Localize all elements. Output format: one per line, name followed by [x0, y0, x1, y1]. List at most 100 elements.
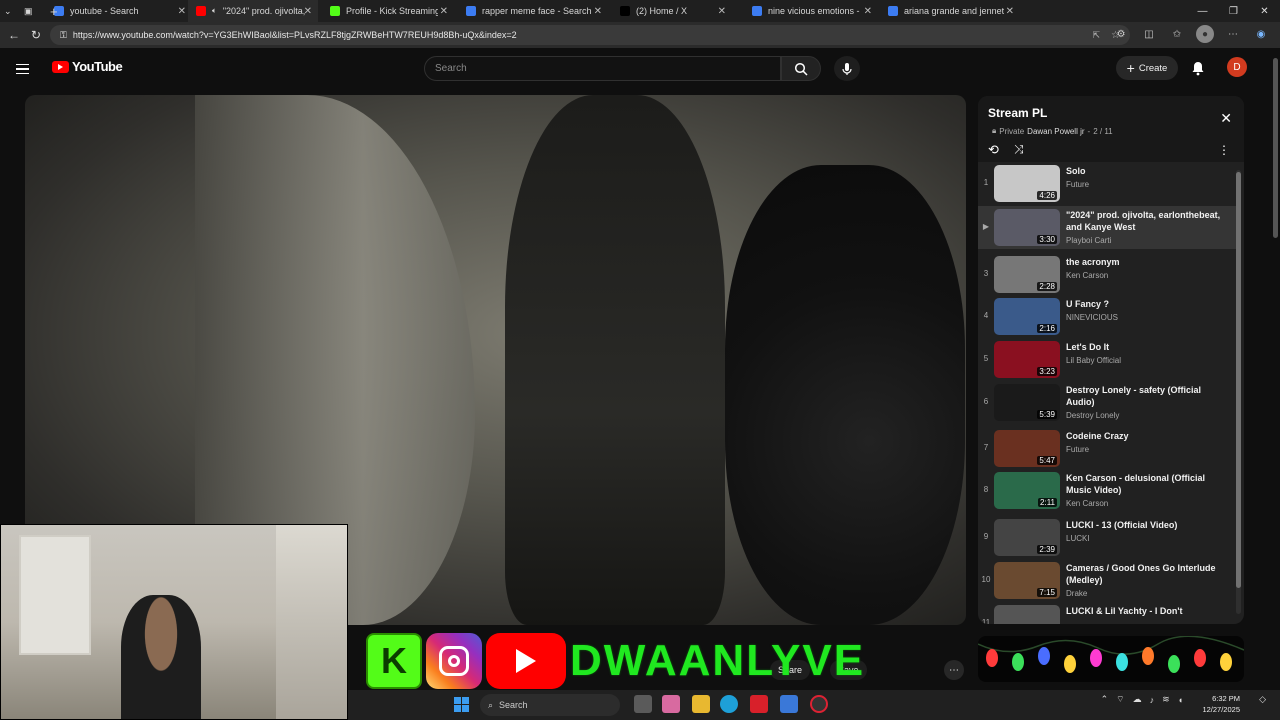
wifi-icon[interactable]: ≋: [1162, 694, 1170, 705]
playlist-item-channel[interactable]: LUCKI: [1066, 534, 1228, 543]
extensions-icon[interactable]: ⚙: [1112, 25, 1130, 43]
notification-bell-icon[interactable]: ◇: [1259, 694, 1266, 705]
playlist-item[interactable]: 3 2:28 the acronym Ken Carson: [978, 253, 1236, 296]
playlist-menu-icon[interactable]: ⋮: [1218, 143, 1230, 157]
close-playlist-icon[interactable]: ✕: [1220, 110, 1232, 127]
notifications-bell-icon[interactable]: [1188, 58, 1208, 78]
site-info-icon[interactable]: ⚿: [60, 30, 67, 41]
playlist-item-title[interactable]: Solo: [1066, 165, 1228, 177]
create-button[interactable]: + Create: [1116, 56, 1178, 80]
close-tab-icon[interactable]: ✕: [1006, 6, 1014, 17]
playlist-item-title[interactable]: U Fancy ?: [1066, 298, 1228, 310]
profile-icon[interactable]: ●: [1196, 25, 1214, 43]
browser-tab[interactable]: rapper meme face - Search ✕: [458, 0, 608, 22]
page-scrollbar[interactable]: [1271, 48, 1279, 698]
playlist-item-thumbnail[interactable]: 5:39: [994, 384, 1060, 421]
playlist-item-thumbnail[interactable]: 3:23: [994, 341, 1060, 378]
youtube-logo[interactable]: YouTube: [52, 59, 123, 74]
playlist-item-title[interactable]: the acronym: [1066, 256, 1228, 268]
taskbar-clock[interactable]: 6:32 PM 12/27/2025: [1202, 693, 1240, 715]
playlist-item-thumbnail[interactable]: 5:47: [994, 430, 1060, 467]
playlist-item-title[interactable]: Ken Carson - delusional (Official Music …: [1066, 472, 1228, 496]
playlist-item-title[interactable]: Codeine Crazy: [1066, 430, 1228, 442]
playlist-item-channel[interactable]: Lil Baby Official: [1066, 356, 1228, 365]
browser-tab[interactable]: youtube - Search ✕: [46, 0, 192, 22]
playlist-item-thumbnail[interactable]: 3:30: [994, 209, 1060, 246]
obs-app-icon[interactable]: [810, 695, 828, 713]
task-view-icon[interactable]: [634, 695, 652, 713]
close-window-button[interactable]: ✕: [1249, 0, 1280, 22]
playlist-item-channel[interactable]: Future: [1066, 445, 1228, 454]
playlist-item-title[interactable]: LUCKI & Lil Yachty - I Don't: [1066, 605, 1228, 617]
playlist-item-thumbnail[interactable]: 2:16: [994, 298, 1060, 335]
playlist-item[interactable]: 1 4:26 Solo Future: [978, 162, 1236, 205]
windows-start-icon[interactable]: [454, 697, 469, 712]
browser-tab[interactable]: 🔈︎ "2024" prod. ojivolta, ✕: [188, 0, 318, 22]
browser-tab[interactable]: (2) Home / X ✕: [612, 0, 732, 22]
more-actions-button[interactable]: ⋯: [944, 660, 964, 680]
favorites-icon[interactable]: ✩: [1168, 25, 1186, 43]
playlist-item-title[interactable]: Cameras / Good Ones Go Interlude (Medley…: [1066, 562, 1228, 586]
playlist-item-channel[interactable]: NINEVICIOUS: [1066, 313, 1228, 322]
browser-tab[interactable]: ariana grande and jennett ✕: [880, 0, 1020, 22]
shield-app-icon[interactable]: [750, 695, 768, 713]
search-button[interactable]: [781, 56, 821, 81]
edge-browser-icon[interactable]: [720, 695, 738, 713]
playlist-item[interactable]: 8 2:11 Ken Carson - delusional (Official M…: [978, 469, 1236, 512]
playlist-item-title[interactable]: Destroy Lonely - safety (Official Audio): [1066, 384, 1228, 408]
playlist-item[interactable]: 5 3:23 Let's Do It Lil Baby Official: [978, 338, 1236, 381]
playlist-item[interactable]: 6 5:39 Destroy Lonely - safety (Official A…: [978, 381, 1236, 424]
close-tab-icon[interactable]: ✕: [304, 6, 312, 17]
back-button[interactable]: ←: [2, 23, 26, 47]
account-avatar[interactable]: D: [1227, 57, 1247, 77]
workspaces-icon[interactable]: ▣: [20, 0, 42, 22]
playlist-item[interactable]: 10 7:15 Cameras / Good Ones Go Interlude (…: [978, 559, 1236, 602]
open-in-app-icon[interactable]: ⇱: [1092, 30, 1100, 41]
playlist-item-thumbnail[interactable]: 2:11: [994, 472, 1060, 509]
playlist-item-thumbnail[interactable]: 2:39: [994, 519, 1060, 556]
browser-tab[interactable]: nine vicious emotions - Se✕: [744, 0, 878, 22]
network-icon[interactable]: ⌔: [1116, 694, 1124, 705]
shuffle-icon[interactable]: ⤨: [1014, 142, 1024, 157]
close-tab-icon[interactable]: ✕: [440, 6, 448, 17]
voice-search-button[interactable]: [834, 56, 860, 81]
search-input[interactable]: Search: [424, 56, 781, 81]
playlist-title[interactable]: Stream PL: [988, 106, 1047, 120]
tray-chevron-icon[interactable]: ⌃: [1101, 694, 1109, 705]
taskbar-search-box[interactable]: ⌕ Search: [480, 694, 620, 716]
cloud-icon[interactable]: ☁: [1133, 694, 1142, 705]
minimize-button[interactable]: —: [1187, 0, 1218, 22]
close-tab-icon[interactable]: ✕: [178, 6, 186, 17]
refresh-button[interactable]: ↻: [24, 23, 48, 47]
playlist-item-channel[interactable]: Future: [1066, 180, 1228, 189]
new-tab-button[interactable]: +: [42, 0, 66, 22]
playlist-item-channel[interactable]: Playboi Carti: [1066, 236, 1228, 245]
copilot-icon[interactable]: ◉: [1252, 25, 1270, 43]
close-tab-icon[interactable]: ✕: [864, 6, 872, 17]
close-tab-icon[interactable]: ✕: [718, 6, 726, 17]
playlist-item[interactable]: 7 5:47 Codeine Crazy Future: [978, 427, 1236, 470]
volume-icon[interactable]: ◖: [1178, 695, 1183, 705]
browser-tab[interactable]: Profile - Kick Streaming ✕: [322, 0, 454, 22]
playlist-item-thumbnail[interactable]: 4:26: [994, 165, 1060, 202]
playlist-item-title[interactable]: Let's Do It: [1066, 341, 1228, 353]
playlist-item-channel[interactable]: Ken Carson: [1066, 271, 1228, 280]
playlist-item-thumbnail[interactable]: [994, 605, 1060, 624]
playlist-item-channel[interactable]: Destroy Lonely: [1066, 411, 1228, 420]
playlist-item[interactable]: 9 2:39 LUCKI - 13 (Official Video) LUCKI: [978, 516, 1236, 559]
playlist-item-title[interactable]: "2024" prod. ojivolta, earlonthebeat, an…: [1066, 209, 1228, 233]
playlist-item-channel[interactable]: Ken Carson: [1066, 499, 1228, 508]
file-explorer-icon[interactable]: [692, 695, 710, 713]
url-field[interactable]: ⚿ https://www.youtube.com/watch?v=YG3EhW…: [50, 25, 1130, 45]
editor-app-icon[interactable]: [780, 695, 798, 713]
playlist-owner[interactable]: Dawan Powell jr: [1027, 127, 1084, 136]
close-tab-icon[interactable]: ✕: [594, 6, 602, 17]
playlist-item-title[interactable]: LUCKI - 13 (Official Video): [1066, 519, 1228, 531]
more-menu-icon[interactable]: ⋯: [1224, 25, 1242, 43]
menu-hamburger-icon[interactable]: [16, 58, 38, 80]
playlist-item-thumbnail[interactable]: 2:28: [994, 256, 1060, 293]
tab-list-dropdown[interactable]: ⌄: [0, 0, 20, 22]
mic-tray-icon[interactable]: ♪: [1150, 695, 1155, 705]
playlist-item-channel[interactable]: Drake: [1066, 589, 1228, 598]
loop-icon[interactable]: ⟲: [988, 142, 999, 158]
